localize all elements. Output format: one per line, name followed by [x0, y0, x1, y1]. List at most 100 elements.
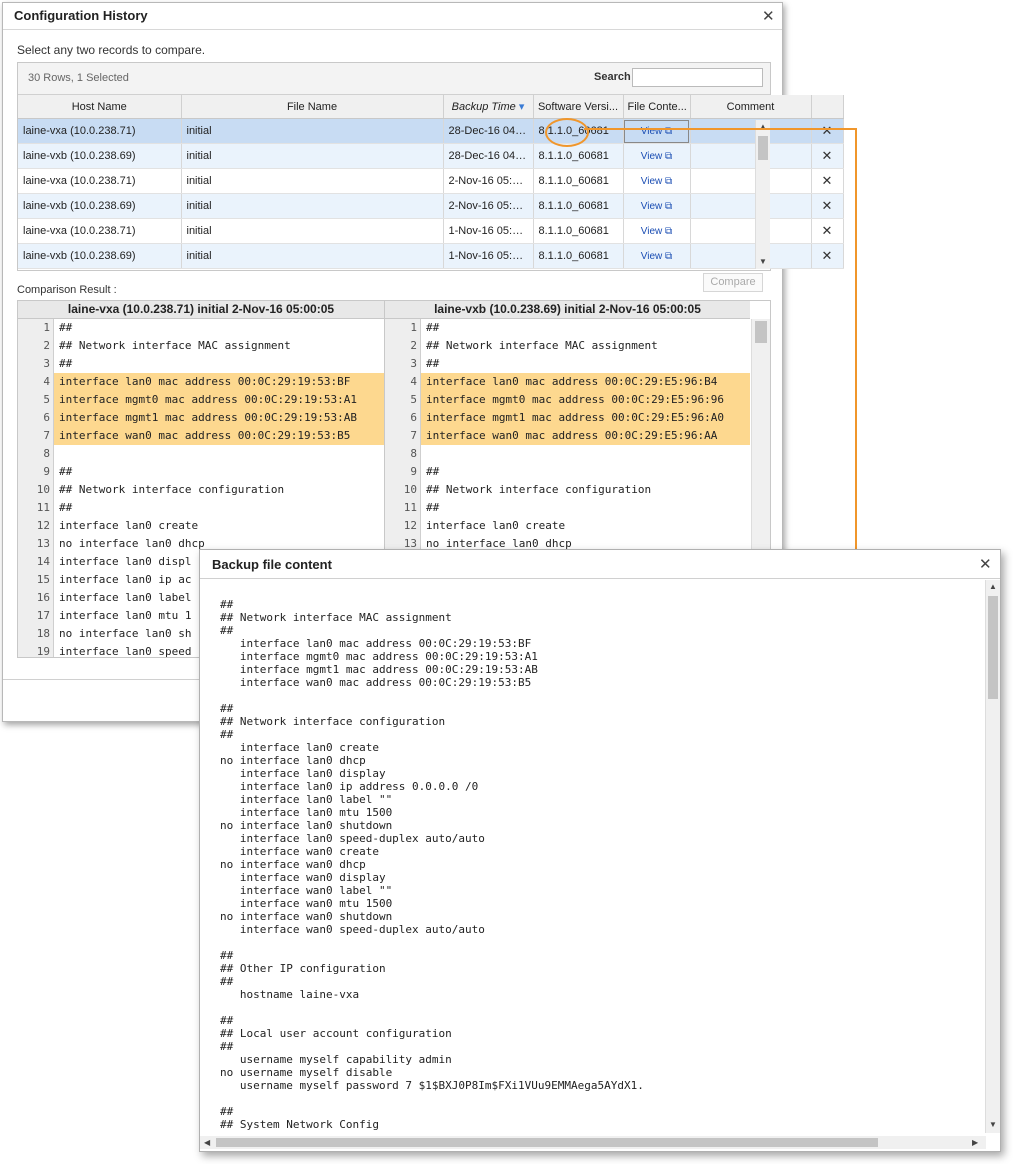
diff-line: 6 interface mgmt1 mac address 00:0C:29:E5…	[385, 409, 750, 427]
comment-cell[interactable]	[690, 118, 812, 144]
scroll-right-icon[interactable]: ▶	[972, 1138, 978, 1147]
table-row[interactable]: laine-vxa (10.0.238.71) initial 1-Nov-16…	[18, 218, 844, 244]
host-name-cell: laine-vxb (10.0.238.69)	[18, 193, 182, 219]
line-number: 8	[18, 445, 54, 463]
delete-icon[interactable]: ✕	[811, 118, 844, 144]
line-text: ##	[59, 465, 73, 478]
comment-cell[interactable]	[690, 243, 812, 269]
scroll-left-icon[interactable]: ◀	[204, 1138, 210, 1147]
table-row[interactable]: laine-vxb (10.0.238.69) initial 2-Nov-16…	[18, 193, 844, 219]
col-host-name[interactable]: Host Name	[18, 95, 182, 119]
view-link[interactable]: View ⧉	[623, 168, 691, 194]
file-name-cell: initial	[181, 143, 444, 169]
col-file-content[interactable]: File Conte...	[623, 95, 691, 119]
view-link[interactable]: View ⧉	[623, 193, 691, 219]
view-link[interactable]: View ⧉	[623, 143, 691, 169]
grid-scrollbar[interactable]: ▲ ▼	[755, 120, 770, 269]
file-name-cell: initial	[181, 193, 444, 219]
config-line: interface mgmt1 mac address 00:0C:29:19:…	[220, 663, 538, 676]
line-text: ##	[59, 357, 73, 370]
line-number: 11	[385, 499, 421, 517]
line-text: interface lan0 create	[59, 519, 199, 532]
line-number: 11	[18, 499, 54, 517]
config-line: interface wan0 label ""	[220, 884, 393, 897]
delete-icon[interactable]: ✕	[811, 168, 844, 194]
diff-line: 2 ## Network interface MAC assignment	[18, 337, 384, 355]
config-line: interface lan0 speed-duplex auto/auto	[220, 832, 485, 845]
line-number: 19	[18, 643, 54, 657]
line-text: ##	[426, 501, 440, 514]
history-table: Host Name File Name Backup Time ▾ Softwa…	[18, 95, 844, 269]
backup-scrollbar[interactable]: ▲ ▼	[985, 580, 1000, 1133]
diff-line: 11 ##	[385, 499, 750, 517]
config-line: interface lan0 mtu 1500	[220, 806, 393, 819]
table-row[interactable]: laine-vxa (10.0.238.71) initial 2-Nov-16…	[18, 168, 844, 194]
line-text: ##	[426, 321, 440, 334]
line-text	[54, 445, 384, 463]
comment-cell[interactable]	[690, 193, 812, 219]
config-line	[220, 1001, 980, 1014]
diff-line: 8	[385, 445, 750, 463]
config-line: ## Local user account configuration	[220, 1027, 452, 1040]
comment-cell[interactable]	[690, 168, 812, 194]
line-number: 12	[385, 517, 421, 535]
backup-title: Backup file content	[212, 557, 332, 572]
config-line: ##	[220, 624, 234, 637]
config-line: no interface lan0 dhcp	[220, 754, 366, 767]
table-row[interactable]: laine-vxa (10.0.238.71) initial 28-Dec-1…	[18, 118, 844, 144]
comment-cell[interactable]	[690, 143, 812, 169]
col-backup-time[interactable]: Backup Time ▾	[443, 95, 534, 119]
grid-scroll-thumb[interactable]	[758, 136, 768, 160]
backup-hscrollbar[interactable]: ◀ ▶	[200, 1136, 986, 1149]
line-number: 3	[385, 355, 421, 373]
delete-icon[interactable]: ✕	[811, 243, 844, 269]
left-pane-header: laine-vxa (10.0.238.71) initial 2-Nov-16…	[18, 301, 384, 319]
grid-toolbar: 30 Rows, 1 Selected Search	[18, 63, 770, 95]
view-link[interactable]: View ⧉	[623, 118, 691, 144]
col-comment[interactable]: Comment	[690, 95, 812, 119]
close-icon[interactable]: ✕	[979, 557, 992, 572]
comment-cell[interactable]	[690, 218, 812, 244]
search-input[interactable]	[632, 68, 763, 87]
line-text: ## Network interface configuration	[59, 483, 285, 496]
delete-icon[interactable]: ✕	[811, 143, 844, 169]
line-number: 3	[18, 355, 54, 373]
backup-scroll-thumb[interactable]	[988, 596, 998, 699]
line-text: interface lan0 mac address 00:0C:29:19:5…	[54, 373, 384, 391]
dialog-titlebar: Configuration History ✕	[3, 3, 782, 30]
backup-text: ## ## Network interface MAC assignment ## …	[220, 598, 980, 1131]
backup-file-content-dialog: Backup file content ✕ ## ## Network inter…	[199, 549, 1001, 1152]
scroll-down-icon[interactable]: ▼	[759, 257, 767, 266]
host-name-cell: laine-vxb (10.0.238.69)	[18, 243, 182, 269]
line-text	[421, 445, 750, 463]
config-line: ## Network interface MAC assignment	[220, 611, 452, 624]
diff-scroll-thumb[interactable]	[755, 321, 767, 343]
delete-icon[interactable]: ✕	[811, 193, 844, 219]
line-text: interface lan0 create	[426, 519, 566, 532]
close-icon[interactable]: ✕	[762, 9, 775, 24]
diff-line: 12 interface lan0 create	[18, 517, 384, 535]
col-software-version[interactable]: Software Versi...	[533, 95, 624, 119]
compare-button[interactable]: Compare	[703, 273, 763, 292]
line-number: 1	[385, 319, 421, 337]
scroll-up-icon[interactable]: ▲	[989, 582, 997, 591]
diff-line: 5 interface mgmt0 mac address 00:0C:29:19…	[18, 391, 384, 409]
delete-icon[interactable]: ✕	[811, 218, 844, 244]
view-link[interactable]: View ⧉	[623, 243, 691, 269]
config-line	[220, 689, 980, 702]
table-row[interactable]: laine-vxb (10.0.238.69) initial 28-Dec-1…	[18, 143, 844, 169]
col-delete	[811, 95, 844, 119]
col-file-name[interactable]: File Name	[181, 95, 444, 119]
view-link[interactable]: View ⧉	[623, 218, 691, 244]
config-line: ##	[220, 598, 234, 611]
backup-hscroll-thumb[interactable]	[216, 1138, 878, 1147]
diff-line: 8	[18, 445, 384, 463]
scroll-down-icon[interactable]: ▼	[989, 1120, 997, 1129]
line-text: interface mgmt1 mac address 00:0C:29:E5:…	[421, 409, 750, 427]
table-row[interactable]: laine-vxb (10.0.238.69) initial 1-Nov-16…	[18, 243, 844, 269]
sort-desc-icon: ▾	[518, 101, 525, 113]
diff-line: 9 ##	[385, 463, 750, 481]
diff-line: 12 interface lan0 create	[385, 517, 750, 535]
line-text: ##	[426, 465, 440, 478]
config-line: username myself password 7 $1$BXJ0P8Im$F…	[220, 1079, 644, 1092]
